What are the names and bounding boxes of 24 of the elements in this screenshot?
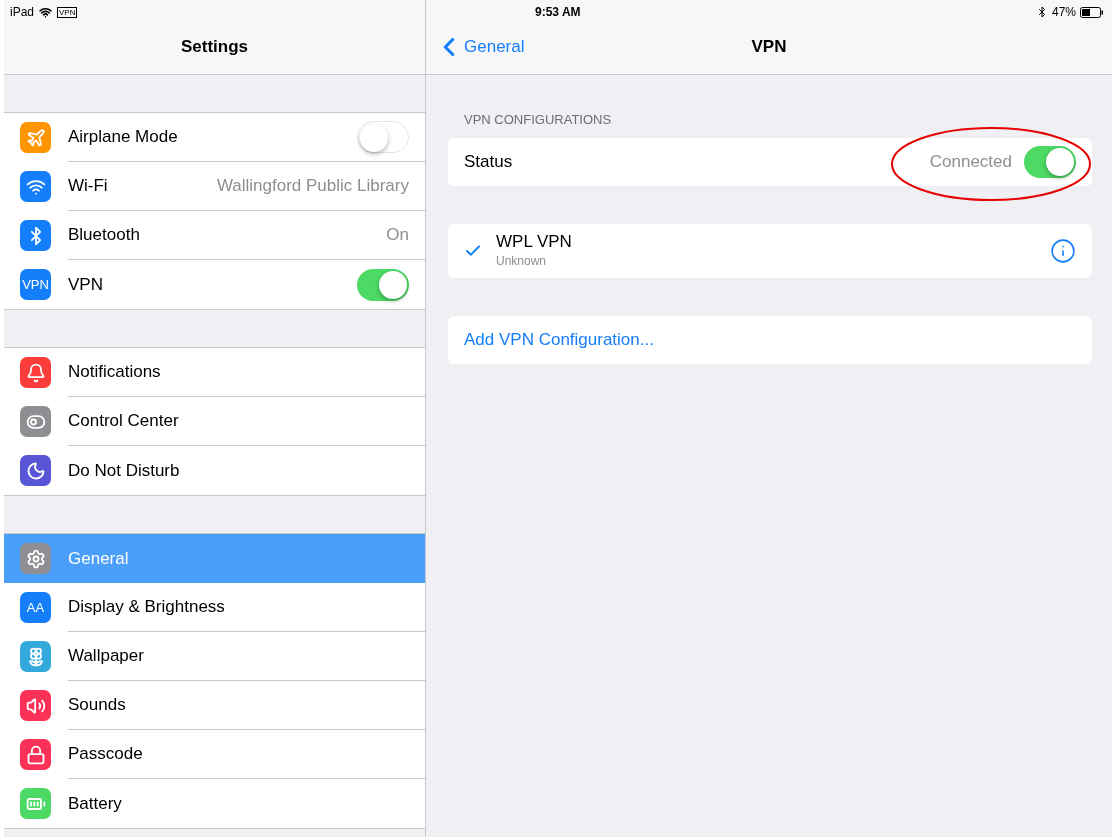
add-configuration-link[interactable]: Add VPN Configuration...	[448, 315, 1092, 364]
battery-icon	[1080, 6, 1104, 18]
row-value: On	[386, 224, 409, 247]
device-name: iPad	[10, 4, 35, 21]
info-icon[interactable]	[1050, 237, 1076, 264]
back-button[interactable]: General	[438, 32, 525, 62]
battery-percent: 47%	[1051, 4, 1076, 21]
settings-icon: AA	[20, 592, 51, 623]
row-value: Wallingford Public Library	[216, 175, 409, 198]
page-title: VPN	[751, 36, 787, 59]
settings-icon: VPN	[20, 269, 51, 300]
configuration-name: WPL VPN	[496, 231, 573, 252]
configuration-status: Unknown	[496, 252, 548, 270]
section-header: VPN CONFIGURATIONS	[464, 111, 613, 129]
clock-time: 9:53 AM	[535, 4, 582, 21]
toggle-switch[interactable]	[357, 268, 409, 301]
toggle-switch[interactable]	[357, 121, 409, 153]
status-label: Status	[464, 150, 514, 173]
sidebar-title: Settings	[180, 36, 249, 59]
configuration-row[interactable]: WPL VPN Unknown	[448, 223, 1092, 278]
toggle-switch[interactable]	[1024, 145, 1076, 178]
status-value: Connected	[929, 150, 1012, 173]
vpn-indicator: VPN	[57, 6, 78, 18]
wifi-icon	[39, 5, 53, 19]
